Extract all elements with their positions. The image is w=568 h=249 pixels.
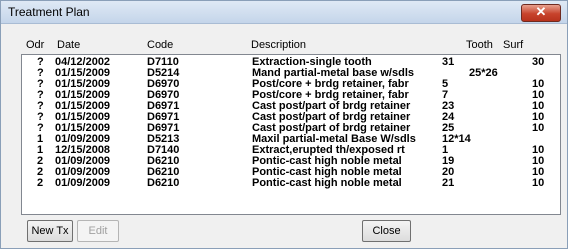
column-header-description[interactable]: Description [251, 39, 306, 51]
column-header-tooth[interactable]: Tooth [466, 39, 493, 51]
close-icon: ✕ [535, 4, 547, 19]
column-header-code[interactable]: Code [147, 39, 173, 51]
close-button[interactable]: Close [362, 220, 411, 242]
edit-button[interactable]: Edit [77, 220, 119, 242]
title-bar: Treatment Plan ✕ [1, 1, 567, 24]
window-close-button[interactable]: ✕ [521, 4, 561, 22]
treatment-row[interactable]: 2 01/09/2009 D6210 Pontic-cast high nobl… [22, 178, 560, 189]
window-title: Treatment Plan [8, 5, 90, 19]
description-cell: Pontic-cast high noble metal [252, 177, 402, 189]
surf-cell: 10 [532, 177, 545, 189]
surf-cell: 30 [532, 56, 545, 68]
new-tx-button[interactable]: New Tx [27, 220, 73, 242]
treatment-list[interactable]: ? 04/12/2002 D7110 Extraction-single too… [21, 54, 561, 215]
code-cell: D6210 [147, 177, 180, 189]
column-header-surf[interactable]: Surf [503, 39, 523, 51]
odr-cell: 2 [37, 177, 44, 189]
treatment-plan-window: Treatment Plan ✕ Odr Date Code Descripti… [0, 0, 568, 249]
column-header-date[interactable]: Date [57, 39, 80, 51]
tooth-cell: 25*26 [469, 67, 498, 79]
tooth-cell: 31 [442, 56, 455, 68]
surf-cell: 10 [532, 122, 545, 134]
date-cell: 01/09/2009 [55, 177, 111, 189]
tooth-cell: 21 [442, 177, 455, 189]
column-header-odr[interactable]: Odr [26, 39, 44, 51]
